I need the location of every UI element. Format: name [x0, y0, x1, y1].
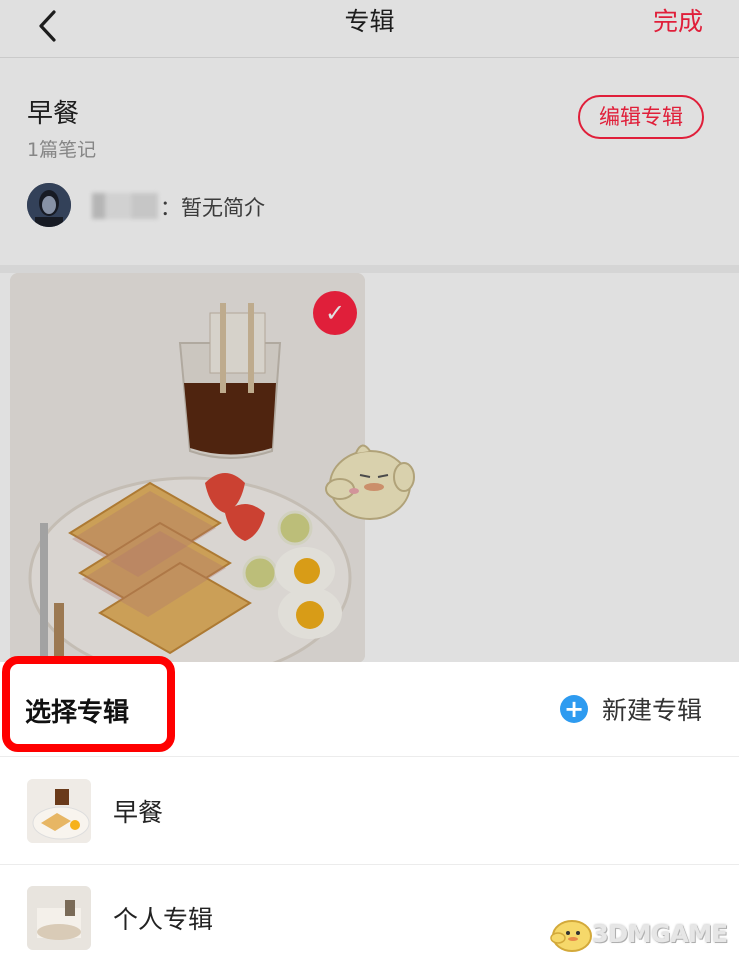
- album-option-label: 早餐: [113, 798, 164, 827]
- new-album-label: 新建专辑: [602, 696, 703, 725]
- album-thumbnail: [27, 886, 91, 950]
- watermark: 3DMGAME: [548, 906, 733, 958]
- sheet-header: 选择专辑 + 新建专辑: [0, 656, 739, 757]
- sheet-title: 选择专辑: [25, 698, 130, 728]
- plus-icon: +: [560, 695, 588, 723]
- new-album-button[interactable]: + 新建专辑: [560, 692, 702, 726]
- album-thumbnail: [27, 779, 91, 843]
- watermark-mascot: [550, 920, 592, 952]
- dim-overlay[interactable]: [0, 0, 739, 662]
- album-option[interactable]: 早餐: [0, 759, 739, 865]
- album-option-label: 个人专辑: [113, 905, 214, 934]
- watermark-text: 3DMGAME: [592, 920, 728, 948]
- page: 专辑 完成 早餐 1篇笔记 编辑专辑 ：暂无简介 ✓ 选择专辑 + 新建专辑 早…: [0, 0, 739, 962]
